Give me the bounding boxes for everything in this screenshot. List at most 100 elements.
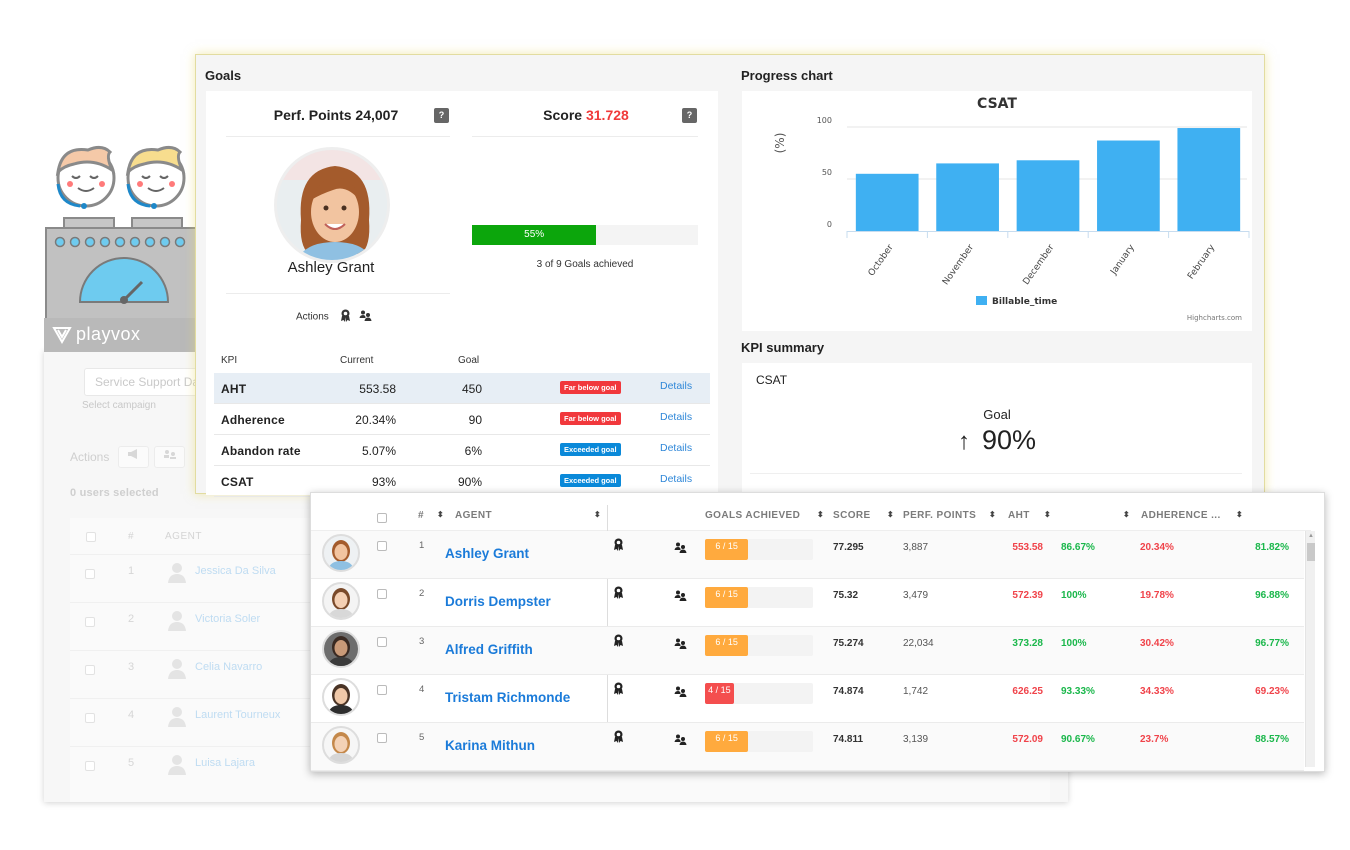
agent-row-checkbox[interactable] (377, 685, 387, 695)
header-adherence[interactable]: ADHERENCE ... (1141, 510, 1221, 521)
bg-row-checkbox[interactable] (85, 569, 95, 579)
header-agent[interactable]: AGENT (455, 510, 492, 521)
bg-table-row[interactable]: 4 Laurent Tourneux (70, 698, 330, 746)
agent-aht: 572.39 (1012, 590, 1043, 601)
bg-row-checkbox[interactable] (85, 713, 95, 723)
bg-row-agent-name[interactable]: Laurent Tourneux (195, 709, 280, 721)
kpi-details-link[interactable]: Details (660, 473, 692, 485)
bg-table-row[interactable]: 2 Victoria Soler (70, 602, 330, 650)
kpi-summary-goal: ↑ 90% (742, 425, 1252, 456)
agent-row-checkbox[interactable] (377, 733, 387, 743)
agent-avatar (322, 678, 360, 716)
bg-header-agent[interactable]: AGENT (165, 531, 202, 542)
sort-adherence-icon[interactable]: ⬍ (1236, 510, 1243, 519)
header-aht[interactable]: AHT (1008, 510, 1030, 521)
agent-row-num: 1 (419, 540, 425, 551)
agent-table-row[interactable]: 5 Karina Mithun 6 / 15 74.811 3,139 572.09 90.… (311, 723, 1304, 771)
agent-table-row[interactable]: 3 Alfred Griffith 6 / 15 75.274 22,034 373.28… (311, 627, 1304, 675)
goals-section-title: Goals (205, 68, 242, 83)
agent-table-row[interactable]: 4 Tristam Richmonde 4 / 15 74.874 1,742 626.2… (311, 675, 1304, 723)
kpi-summary-goal-value: 90% (981, 425, 1037, 455)
sort-aht-pct-icon[interactable]: ⬍ (1123, 510, 1130, 519)
chart-title: CSAT (977, 96, 1017, 112)
perf-points-help-button[interactable]: ? (434, 108, 449, 123)
kpi-goal: 450 (461, 382, 482, 396)
progress-chart-title: Progress chart (741, 68, 833, 83)
agent-adherence-percent: 69.23% (1255, 686, 1289, 697)
sort-aht-icon[interactable]: ⬍ (1044, 510, 1051, 519)
team-icon[interactable] (674, 540, 687, 558)
award-ribbon-icon[interactable] (340, 309, 351, 325)
goals-card: Perf. Points 24,007 ? Score 31.728 ? Ash… (206, 91, 718, 497)
megaphone-icon (127, 449, 137, 459)
team-icon[interactable] (674, 588, 687, 606)
team-icon (163, 450, 176, 459)
agent-photo-icon (324, 680, 358, 714)
award-ribbon-icon[interactable] (613, 538, 624, 556)
team-icon[interactable] (674, 636, 687, 654)
agent-aht-percent: 100% (1061, 638, 1087, 649)
bg-row-agent-name[interactable]: Victoria Soler (195, 613, 260, 625)
agent-photo-icon (324, 728, 358, 762)
kpi-details-link[interactable]: Details (660, 411, 692, 423)
bg-row-agent-name[interactable]: Luisa Lajara (195, 757, 255, 769)
header-perf-points[interactable]: PERF. POINTS (903, 510, 976, 521)
agent-perf-points: 3,139 (903, 734, 929, 745)
bg-announce-button[interactable] (118, 446, 149, 468)
kpi-details-link[interactable]: Details (660, 442, 692, 454)
sort-agent-icon[interactable]: ⬍ (594, 510, 601, 519)
agent-name-link[interactable]: Tristam Richmonde (445, 690, 570, 705)
scrollbar-thumb[interactable] (1307, 543, 1315, 561)
kpi-details-link[interactable]: Details (660, 380, 692, 392)
agent-goals-window: Goals Perf. Points 24,007 ? Score 31.728… (195, 54, 1265, 497)
award-ribbon-icon[interactable] (613, 730, 624, 748)
agent-name-link[interactable]: Karina Mithun (445, 738, 535, 753)
sort-num-icon[interactable]: ⬍ (437, 510, 444, 519)
bg-select-all-checkbox[interactable] (86, 532, 96, 542)
scroll-up-icon[interactable]: ▲ (1308, 533, 1314, 539)
award-ribbon-icon[interactable] (613, 586, 624, 604)
bg-table-row[interactable]: 5 Luisa Lajara (70, 746, 330, 794)
kpi-name: Adherence (221, 413, 285, 427)
agent-avatar (274, 147, 390, 263)
bg-row-checkbox[interactable] (85, 665, 95, 675)
sort-score-icon[interactable]: ⬍ (887, 510, 894, 519)
team-icon[interactable] (359, 310, 372, 324)
chart-y-axis-label: (%) (773, 133, 787, 154)
chart-legend-label: Billable_time (992, 297, 1057, 307)
table-scrollbar[interactable]: ▲ (1305, 531, 1315, 767)
header-goals-achieved[interactable]: GOALS ACHIEVED (705, 510, 800, 521)
agent-table-row[interactable]: 2 Dorris Dempster 6 / 15 75.32 3,479 572.39 10… (311, 579, 1304, 627)
score-help-button[interactable]: ? (682, 108, 697, 123)
agent-name-link[interactable]: Ashley Grant (445, 546, 529, 561)
bg-table-row[interactable]: 3 Celia Navarro (70, 650, 330, 698)
agent-row-checkbox[interactable] (377, 637, 387, 647)
team-icon[interactable] (674, 684, 687, 702)
chart-bar-january (1097, 140, 1160, 231)
bg-row-agent-name[interactable]: Jessica Da Silva (195, 565, 276, 577)
chart-x-tick-label: October (867, 243, 896, 278)
bg-row-agent-name[interactable]: Celia Navarro (195, 661, 262, 673)
sort-perf-points-icon[interactable]: ⬍ (989, 510, 996, 519)
agent-name-link[interactable]: Alfred Griffith (445, 642, 533, 657)
select-all-checkbox[interactable] (377, 513, 387, 523)
bg-row-num: 4 (128, 709, 135, 721)
award-ribbon-icon[interactable] (613, 634, 624, 652)
score-value: 31.728 (585, 107, 629, 123)
award-ribbon-icon[interactable] (613, 682, 624, 700)
bg-row-checkbox[interactable] (85, 761, 95, 771)
user-placeholder-icon (168, 755, 186, 775)
bg-row-num: 5 (128, 757, 135, 769)
header-score[interactable]: SCORE (833, 510, 871, 521)
bg-row-checkbox[interactable] (85, 617, 95, 627)
bg-table-row[interactable]: 1 Jessica Da Silva (70, 554, 330, 602)
sort-goals-icon[interactable]: ⬍ (817, 510, 824, 519)
team-icon[interactable] (674, 732, 687, 750)
agent-photo-icon (324, 632, 358, 666)
agent-row-checkbox[interactable] (377, 541, 387, 551)
agent-table-row[interactable]: 1 Ashley Grant 6 / 15 77.295 3,887 553.58 86.6… (311, 531, 1304, 579)
goals-achieved-fill: 4 / 15 (705, 683, 734, 704)
agent-name-link[interactable]: Dorris Dempster (445, 594, 551, 609)
agent-row-checkbox[interactable] (377, 589, 387, 599)
bg-team-button[interactable] (154, 446, 185, 468)
